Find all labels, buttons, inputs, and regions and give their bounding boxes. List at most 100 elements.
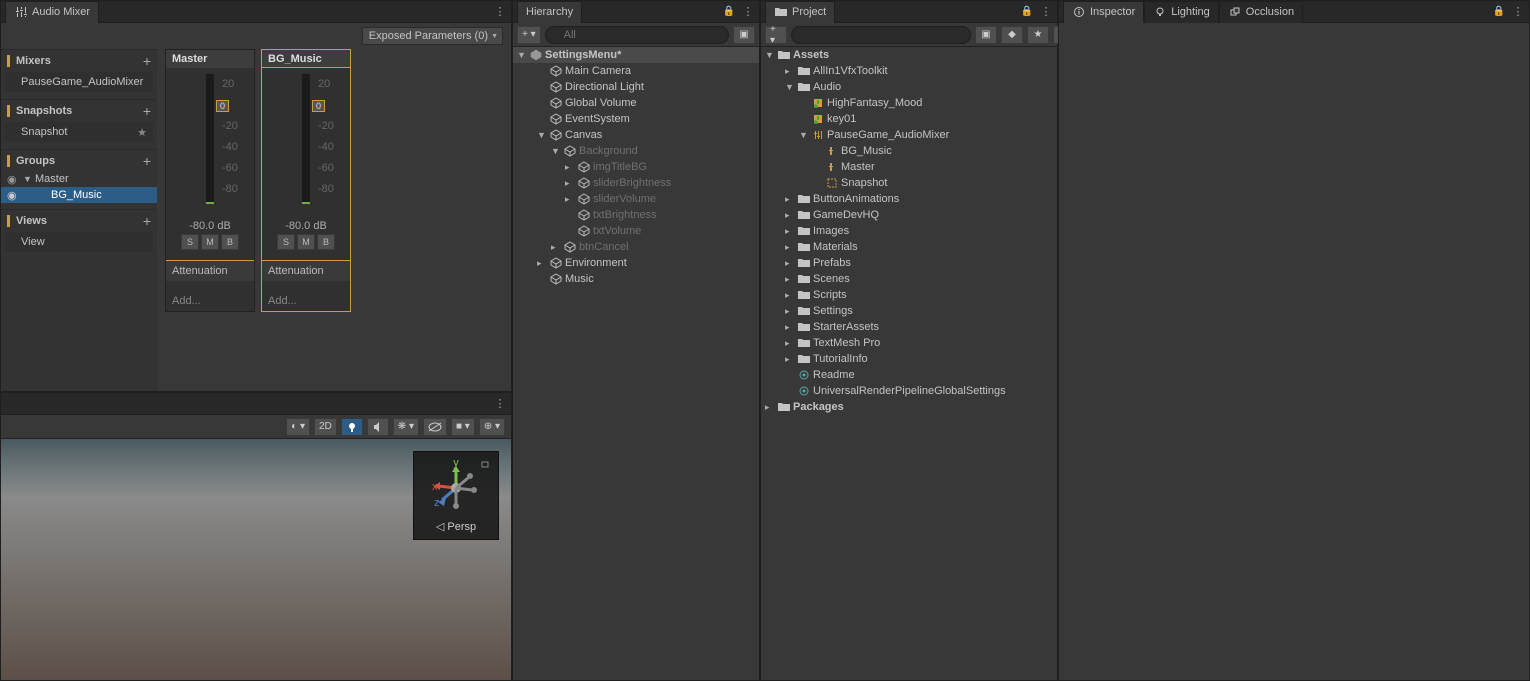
- create-dropdown[interactable]: + ▾: [765, 26, 787, 44]
- add-effect-button[interactable]: Add...: [166, 291, 254, 311]
- hierarchy-item[interactable]: Main Camera: [513, 63, 759, 79]
- project-item[interactable]: HighFantasy_Mood: [761, 95, 1057, 111]
- kebab-icon[interactable]: ⋮: [493, 397, 507, 411]
- fader-handle[interactable]: 0: [312, 100, 325, 112]
- orientation-gizmo[interactable]: y x z ◁ Persp: [413, 451, 499, 540]
- favorites-button[interactable]: ★: [1027, 26, 1049, 44]
- project-item[interactable]: ▼PauseGame_AudioMixer: [761, 127, 1057, 143]
- snapshot-item[interactable]: Snapshot ★: [5, 122, 153, 142]
- hierarchy-item[interactable]: ▸imgTitleBG: [513, 159, 759, 175]
- hierarchy-search-input[interactable]: [545, 26, 729, 44]
- hierarchy-item[interactable]: Global Volume: [513, 95, 759, 111]
- bypass-button[interactable]: B: [317, 234, 335, 250]
- lock-icon[interactable]: 🔒: [1021, 6, 1033, 17]
- fx-dropdown[interactable]: ❋ ▾: [393, 418, 419, 436]
- kebab-icon[interactable]: ⋮: [1039, 5, 1053, 19]
- group-bgmusic[interactable]: ◉ BG_Music: [1, 187, 157, 203]
- bypass-button[interactable]: B: [221, 234, 239, 250]
- hierarchy-scene-root[interactable]: ▼ SettingsMenu*: [513, 47, 759, 63]
- kebab-icon[interactable]: ⋮: [741, 5, 755, 19]
- project-item[interactable]: ▸Scenes: [761, 271, 1057, 287]
- project-item[interactable]: ▸GameDevHQ: [761, 207, 1057, 223]
- search-scope-button[interactable]: ▣: [733, 26, 755, 44]
- attenuation-effect[interactable]: Attenuation: [262, 260, 350, 281]
- hierarchy-item[interactable]: txtVolume: [513, 223, 759, 239]
- add-mixer-button[interactable]: +: [143, 53, 151, 69]
- eye-icon[interactable]: ◉: [7, 189, 21, 202]
- project-item[interactable]: BG_Music: [761, 143, 1057, 159]
- tab-occlusion[interactable]: Occlusion: [1219, 1, 1303, 23]
- hierarchy-item[interactable]: ▼Background: [513, 143, 759, 159]
- search-by-label-button[interactable]: ◆: [1001, 26, 1023, 44]
- hierarchy-item[interactable]: Directional Light: [513, 79, 759, 95]
- hierarchy-item[interactable]: ▸Environment: [513, 255, 759, 271]
- group-master[interactable]: ◉ ▼ Master: [1, 171, 157, 187]
- project-item[interactable]: ▸Scripts: [761, 287, 1057, 303]
- folder-icon: [777, 48, 791, 62]
- hierarchy-item[interactable]: Music: [513, 271, 759, 287]
- create-dropdown[interactable]: + ▾: [517, 26, 541, 44]
- project-item[interactable]: Snapshot: [761, 175, 1057, 191]
- view-item[interactable]: View: [5, 232, 153, 252]
- mixer-item[interactable]: PauseGame_AudioMixer: [5, 72, 153, 92]
- mute-button[interactable]: M: [201, 234, 219, 250]
- lock-icon[interactable]: 🔒: [723, 6, 735, 17]
- shading-dropdown[interactable]: ◐ ▾: [286, 418, 310, 436]
- camera-dropdown[interactable]: ■ ▾: [451, 418, 475, 436]
- gizmos-dropdown[interactable]: ⊕ ▾: [479, 418, 505, 436]
- audio-toggle[interactable]: [367, 418, 389, 436]
- kebab-icon[interactable]: ⋮: [1511, 5, 1525, 19]
- mute-button[interactable]: M: [297, 234, 315, 250]
- attenuation-effect[interactable]: Attenuation: [166, 260, 254, 281]
- project-item[interactable]: ▼Audio: [761, 79, 1057, 95]
- audio-icon: [811, 112, 825, 126]
- project-item[interactable]: ▸TextMesh Pro: [761, 335, 1057, 351]
- solo-button[interactable]: S: [181, 234, 199, 250]
- hierarchy-item[interactable]: ▸sliderVolume: [513, 191, 759, 207]
- project-item[interactable]: ▸StarterAssets: [761, 319, 1057, 335]
- solo-button[interactable]: S: [277, 234, 295, 250]
- folder-icon: [797, 304, 811, 318]
- project-search-input[interactable]: [791, 26, 971, 44]
- visibility-toggle[interactable]: [423, 418, 447, 436]
- tab-lighting[interactable]: Lighting: [1144, 1, 1219, 23]
- kebab-icon[interactable]: ⋮: [493, 5, 507, 19]
- add-view-button[interactable]: +: [143, 213, 151, 229]
- project-item[interactable]: UniversalRenderPipelineGlobalSettings: [761, 383, 1057, 399]
- project-item[interactable]: ▸TutorialInfo: [761, 351, 1057, 367]
- tab-project[interactable]: Project: [765, 1, 835, 23]
- exposed-parameters-dropdown[interactable]: Exposed Parameters (0): [362, 27, 503, 45]
- lighting-toggle[interactable]: [341, 418, 363, 436]
- section-snapshots: Snapshots+: [1, 99, 157, 121]
- tab-audio-mixer[interactable]: Audio Mixer: [5, 1, 99, 23]
- channel-bgmusic[interactable]: BG_Music 20---20-40-60-80 0 -80.0 dB S M…: [261, 49, 351, 312]
- project-item[interactable]: ▸ButtonAnimations: [761, 191, 1057, 207]
- fader-handle[interactable]: 0: [216, 100, 229, 112]
- scene-viewport[interactable]: y x z ◁ Persp: [1, 439, 511, 680]
- hierarchy-item[interactable]: ▼Canvas: [513, 127, 759, 143]
- project-item[interactable]: key01: [761, 111, 1057, 127]
- add-group-button[interactable]: +: [143, 153, 151, 169]
- project-item[interactable]: ▸Prefabs: [761, 255, 1057, 271]
- hierarchy-item[interactable]: txtBrightness: [513, 207, 759, 223]
- project-item[interactable]: Master: [761, 159, 1057, 175]
- tab-hierarchy[interactable]: Hierarchy: [517, 1, 582, 23]
- project-item[interactable]: ▸AllIn1VfxToolkit: [761, 63, 1057, 79]
- project-assets-root[interactable]: ▼ Assets: [761, 47, 1057, 63]
- hierarchy-item[interactable]: ▸btnCancel: [513, 239, 759, 255]
- project-item[interactable]: Readme: [761, 367, 1057, 383]
- add-effect-button[interactable]: Add...: [262, 291, 350, 311]
- project-item[interactable]: ▸Images: [761, 223, 1057, 239]
- search-by-type-button[interactable]: ▣: [975, 26, 997, 44]
- project-packages-root[interactable]: ▸ Packages: [761, 399, 1057, 415]
- channel-master[interactable]: Master 20---20-40-60-80 0 -80.0 dB S M B: [165, 49, 255, 312]
- hierarchy-item[interactable]: EventSystem: [513, 111, 759, 127]
- lock-icon[interactable]: 🔒: [1493, 6, 1505, 17]
- add-snapshot-button[interactable]: +: [143, 103, 151, 119]
- project-item[interactable]: ▸Settings: [761, 303, 1057, 319]
- hierarchy-item[interactable]: ▸sliderBrightness: [513, 175, 759, 191]
- tab-inspector[interactable]: Inspector: [1063, 1, 1144, 23]
- eye-icon[interactable]: ◉: [7, 173, 21, 186]
- toggle-2d-button[interactable]: 2D: [314, 418, 337, 436]
- project-item[interactable]: ▸Materials: [761, 239, 1057, 255]
